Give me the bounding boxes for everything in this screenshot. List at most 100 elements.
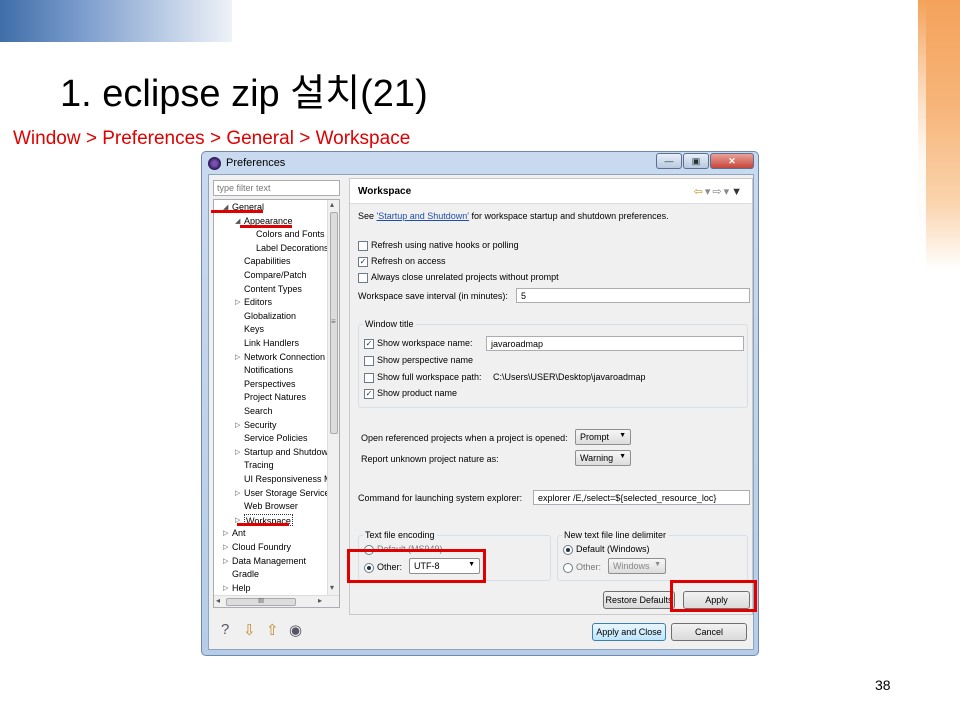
help-icon[interactable]: ? xyxy=(221,621,229,638)
tree-scroll-thumb[interactable]: ≡ xyxy=(330,212,338,434)
minimize-button[interactable]: — xyxy=(656,153,682,169)
chevron-down-icon: ▼ xyxy=(619,453,626,460)
forward-arrow-icon[interactable]: ⇨ xyxy=(712,186,723,198)
tree-item[interactable]: UI Responsiveness M xyxy=(244,473,332,485)
show-workspace-name-checkbox[interactable]: ✓ xyxy=(364,339,374,349)
tree-item[interactable]: Help xyxy=(232,582,251,594)
restore-defaults-button[interactable]: Restore Defaults xyxy=(603,591,675,609)
tree-item[interactable]: Search xyxy=(244,405,273,417)
open-referenced-value: Prompt xyxy=(580,432,610,442)
scroll-left-icon[interactable]: ◂ xyxy=(216,596,220,605)
tree-item[interactable]: Label Decorations xyxy=(256,242,329,254)
tree-item[interactable]: Ant xyxy=(232,527,246,539)
scroll-up-icon[interactable]: ▴ xyxy=(330,200,334,209)
tree-item[interactable]: Compare/Patch xyxy=(244,269,307,281)
tree-horizontal-scrollbar[interactable]: ◂ III ▸ xyxy=(214,595,339,607)
open-referenced-label: Open referenced projects when a project … xyxy=(361,433,568,443)
save-interval-label: Workspace save interval (in minutes): xyxy=(358,291,508,301)
top-decoration-band xyxy=(0,0,232,42)
menu-path-caption: Window > Preferences > General > Workspa… xyxy=(13,128,411,149)
tree-item[interactable]: Keys xyxy=(244,323,264,335)
maximize-button[interactable]: ▣ xyxy=(683,153,709,169)
tree-expand-icon[interactable]: ▷ xyxy=(235,298,240,306)
delimiter-select[interactable]: Windows ▼ xyxy=(608,558,666,574)
tree-expand-icon[interactable]: ◢ xyxy=(235,217,240,225)
tree-item[interactable]: Cloud Foundry xyxy=(232,541,291,553)
show-product-label: Show product name xyxy=(377,388,458,398)
cancel-button[interactable]: Cancel xyxy=(671,623,747,641)
tree-expand-icon[interactable]: ▷ xyxy=(235,489,240,497)
unknown-nature-value: Warning xyxy=(580,453,614,463)
tree-expand-icon[interactable]: ▷ xyxy=(223,543,228,551)
tree-item[interactable]: Tracing xyxy=(244,459,274,471)
command-label: Command for launching system explorer: xyxy=(358,493,523,503)
refresh-native-checkbox[interactable] xyxy=(358,241,368,251)
tree-expand-icon[interactable]: ▷ xyxy=(235,421,240,429)
import-icon[interactable]: ⇩ xyxy=(243,621,256,639)
startup-shutdown-link[interactable]: 'Startup and Shutdown' xyxy=(377,211,470,221)
slide: 1. eclipse zip 설치(21) Window > Preferenc… xyxy=(0,0,960,720)
see-startup-text: See 'Startup and Shutdown' for workspace… xyxy=(358,211,669,221)
tree-item[interactable]: User Storage Service xyxy=(244,487,330,499)
refresh-access-checkbox[interactable]: ✓ xyxy=(358,257,368,267)
filter-input[interactable]: type filter text xyxy=(213,180,340,196)
tree-item[interactable]: Gradle xyxy=(232,568,259,580)
open-referenced-select[interactable]: Prompt ▼ xyxy=(575,429,631,445)
chevron-down-icon: ▼ xyxy=(619,432,626,439)
tree-item[interactable]: Startup and Shutdow xyxy=(244,446,328,458)
record-icon[interactable]: ◉ xyxy=(289,621,302,639)
scroll-right-icon[interactable]: ▸ xyxy=(318,596,322,605)
tree-expand-icon[interactable]: ▷ xyxy=(223,584,228,592)
tree-expand-icon[interactable]: ▷ xyxy=(223,529,228,537)
apply-highlight-box xyxy=(670,580,757,612)
preference-tree[interactable]: ◢ General ◢ Appearance Colors and Fonts Label… xyxy=(213,199,340,608)
workspace-name-input[interactable]: javaroadmap xyxy=(486,336,744,351)
delimiter-other-radio[interactable] xyxy=(563,563,573,573)
close-button[interactable]: ✕ xyxy=(710,153,754,169)
tree-item[interactable]: Colors and Fonts xyxy=(256,228,325,240)
tree-expand-icon[interactable]: ▷ xyxy=(235,448,240,456)
back-arrow-icon[interactable]: ⇦ xyxy=(694,186,705,198)
see-suffix: for workspace startup and shutdown prefe… xyxy=(469,211,669,221)
appearance-underline xyxy=(240,225,292,228)
tree-item[interactable]: Web Browser xyxy=(244,500,298,512)
forward-menu-icon[interactable]: ▾ xyxy=(724,186,732,198)
apply-and-close-button[interactable]: Apply and Close xyxy=(592,623,666,641)
general-underline xyxy=(211,210,263,213)
unknown-nature-select[interactable]: Warning ▼ xyxy=(575,450,631,466)
page-number: 38 xyxy=(875,677,891,693)
tree-item[interactable]: Editors xyxy=(244,296,272,308)
show-full-path-checkbox[interactable] xyxy=(364,373,374,383)
pane-header: Workspace ⇦▾⇨▾▼ xyxy=(350,179,752,204)
tree-expand-icon[interactable]: ▷ xyxy=(223,557,228,565)
save-interval-input[interactable]: 5 xyxy=(516,288,750,303)
right-decoration xyxy=(910,0,960,270)
workspace-underline xyxy=(237,523,289,526)
export-icon[interactable]: ⇧ xyxy=(266,621,279,639)
view-menu-icon[interactable]: ▼ xyxy=(731,186,744,198)
tree-item[interactable]: Network Connection xyxy=(244,351,325,363)
show-product-checkbox[interactable]: ✓ xyxy=(364,389,374,399)
tree-vertical-scrollbar[interactable]: ▴ ≡ ▾ xyxy=(327,200,339,596)
tree-item[interactable]: Project Natures xyxy=(244,391,306,403)
encoding-group-label: Text file encoding xyxy=(363,530,437,540)
tree-hscroll-thumb[interactable]: III xyxy=(226,598,296,606)
tree-item[interactable]: Content Types xyxy=(244,283,302,295)
tree-item[interactable]: Notifications xyxy=(244,364,293,376)
tree-item[interactable]: Perspectives xyxy=(244,378,296,390)
always-close-checkbox[interactable] xyxy=(358,273,368,283)
scroll-down-icon[interactable]: ▾ xyxy=(330,583,334,592)
full-path-value: C:\Users\USER\Desktop\javaroadmap xyxy=(493,372,646,382)
tree-item[interactable]: Capabilities xyxy=(244,255,291,267)
tree-item[interactable]: Data Management xyxy=(232,555,306,567)
tree-item[interactable]: Service Policies xyxy=(244,432,308,444)
command-input[interactable]: explorer /E,/select=${selected_resource_… xyxy=(533,490,750,505)
tree-expand-icon[interactable]: ▷ xyxy=(235,353,240,361)
delimiter-default-radio[interactable] xyxy=(563,545,573,555)
grip-icon: ≡ xyxy=(331,317,336,326)
see-prefix: See xyxy=(358,211,377,221)
show-perspective-checkbox[interactable] xyxy=(364,356,374,366)
tree-item[interactable]: Globalization xyxy=(244,310,296,322)
tree-item[interactable]: Link Handlers xyxy=(244,337,299,349)
tree-item[interactable]: Security xyxy=(244,419,277,431)
